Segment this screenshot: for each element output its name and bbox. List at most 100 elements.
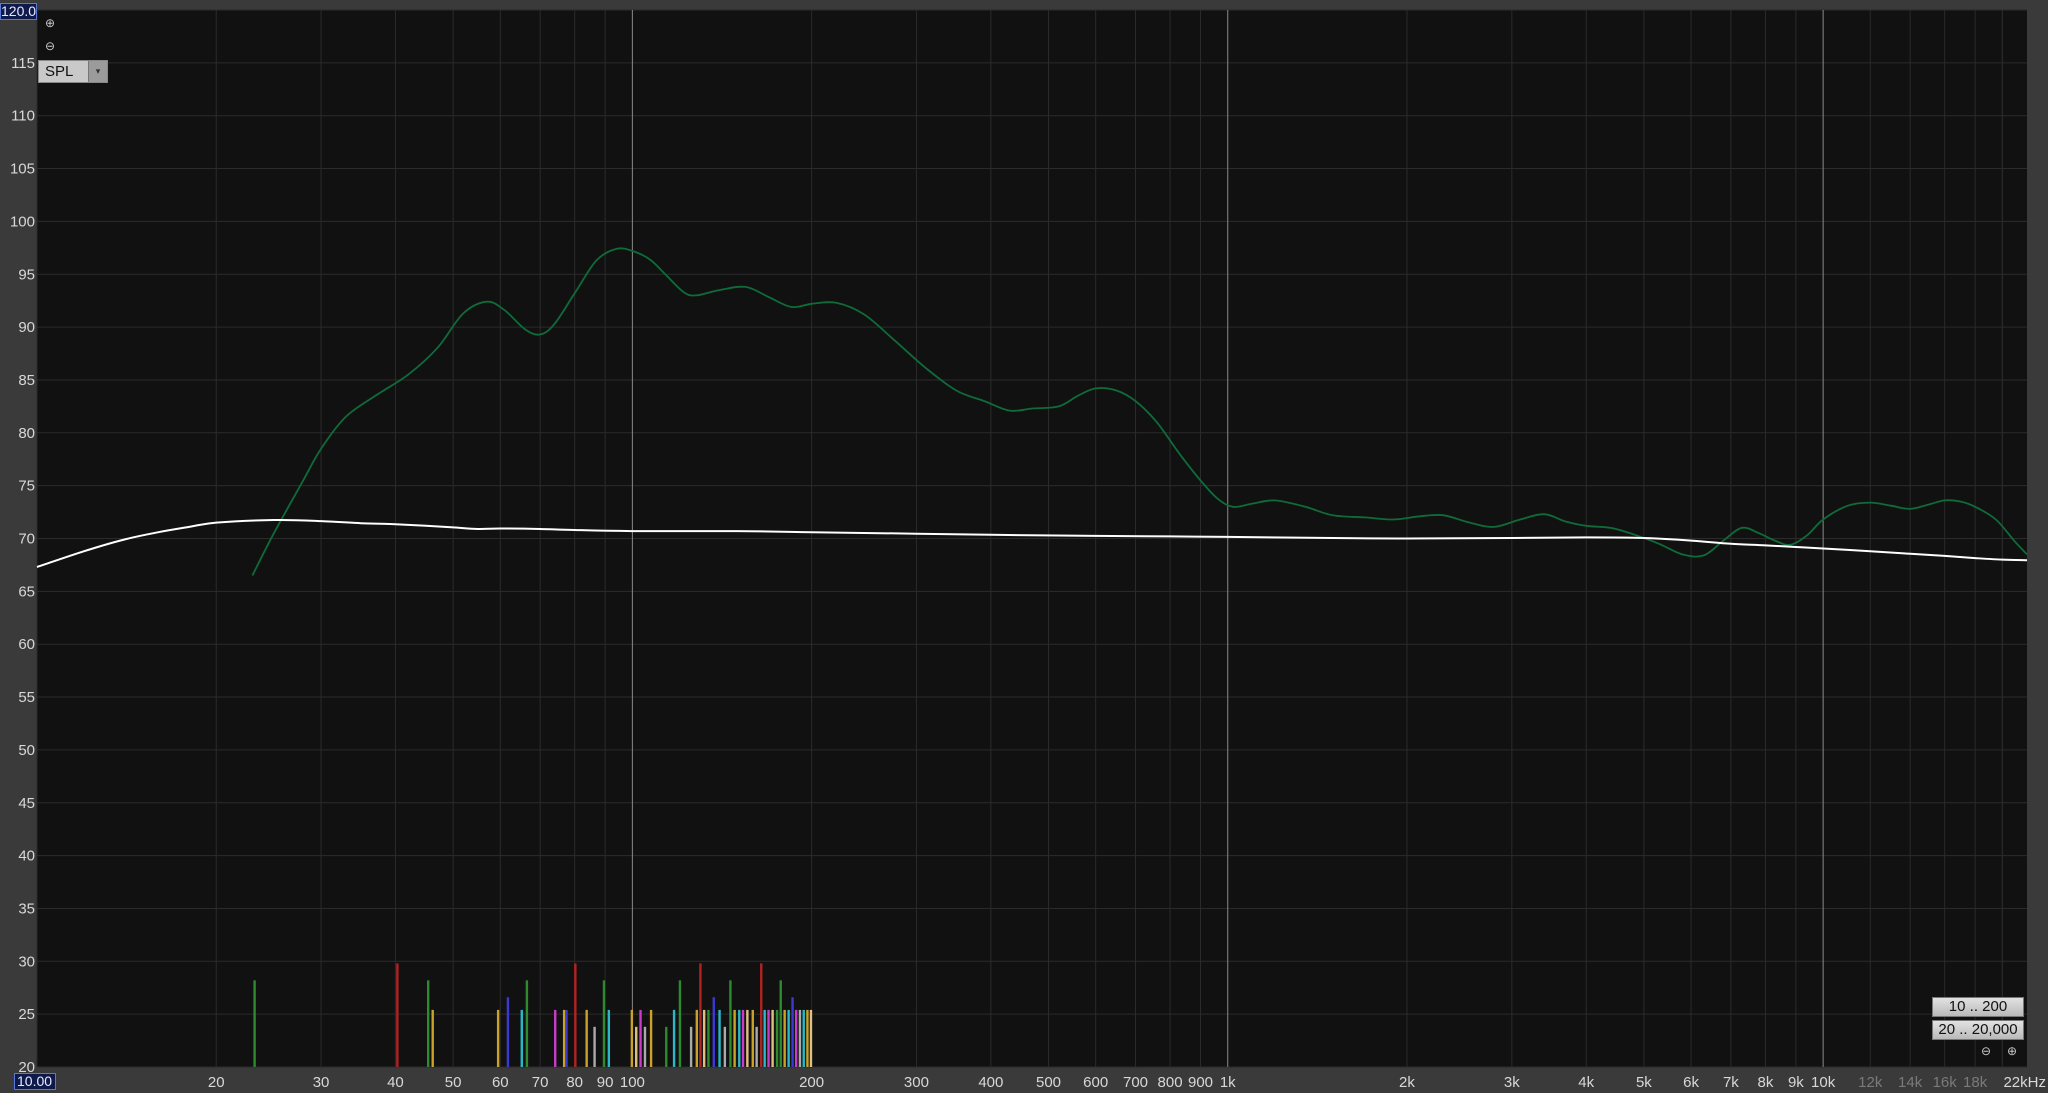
x-tick-label: 6k: [1683, 1074, 1699, 1091]
impulse-bar: [554, 1009, 557, 1067]
x-tick-label: 12k: [1858, 1074, 1883, 1091]
impulse-bar: [751, 1009, 754, 1067]
y-tick-label: 50: [18, 742, 35, 759]
x-tick-label: 800: [1158, 1074, 1183, 1091]
x-tick-label: 600: [1083, 1074, 1108, 1091]
impulse-bar: [672, 1009, 676, 1067]
impulse-bar: [806, 1009, 809, 1067]
y-tick-label: 55: [18, 689, 35, 706]
x-tick-label: 80: [566, 1074, 583, 1091]
chevron-down-icon[interactable]: ▾: [88, 61, 107, 82]
x-tick-label: 8k: [1758, 1074, 1774, 1091]
y-tick-label: 100: [10, 213, 35, 230]
x-tick-label: 7k: [1723, 1074, 1739, 1091]
x-tick-label: 60: [492, 1074, 509, 1091]
x-tick-label: 4k: [1578, 1074, 1594, 1091]
y-tick-label: 110: [11, 108, 35, 125]
horizontal-zoom-in-icon[interactable]: ⊕: [2005, 1044, 2019, 1058]
impulse-bar: [520, 1009, 523, 1067]
impulse-bar: [593, 1026, 596, 1067]
impulse-bar: [760, 963, 763, 1067]
y-tick-label: 60: [18, 636, 35, 653]
impulse-bar: [783, 1009, 786, 1067]
x-tick-label: 3k: [1504, 1074, 1520, 1091]
y-tick-label: 70: [18, 531, 35, 548]
impulse-bar: [585, 1009, 588, 1067]
x-tick-label: 200: [799, 1074, 824, 1091]
y-tick-label: 75: [18, 478, 35, 495]
impulse-bar: [695, 1009, 699, 1067]
impulse-bar: [787, 1009, 790, 1067]
zoom-out-icon[interactable]: ⊖: [43, 39, 57, 53]
impulse-bar: [699, 963, 702, 1067]
impulse-bar: [746, 1009, 749, 1067]
impulse-bar: [712, 997, 715, 1067]
impulse-bar: [253, 980, 256, 1067]
impulse-bar: [729, 980, 732, 1067]
y-tick-label: 30: [18, 953, 35, 970]
x-tick-label: 50: [445, 1074, 462, 1091]
x-tick-label: 400: [978, 1074, 1003, 1091]
y-tick-label: 105: [10, 161, 35, 178]
y-axis-ticks: 2025303540455055606570758085909510010511…: [10, 55, 35, 1076]
impulse-bar: [639, 1009, 642, 1067]
impulse-bar: [496, 1009, 500, 1067]
horizontal-zoom-out-icon[interactable]: ⊖: [1979, 1044, 1993, 1058]
y-tick-label: 80: [18, 425, 35, 442]
x-tick-label: 5k: [1636, 1074, 1652, 1091]
x-tick-label: 40: [387, 1074, 404, 1091]
y-max-value[interactable]: 120.00: [0, 3, 37, 20]
impulse-bar: [809, 1009, 813, 1067]
impulse-bar: [506, 997, 510, 1067]
impulse-bar: [794, 1009, 798, 1067]
impulse-bar: [525, 980, 529, 1067]
x-tick-label: 2k: [1399, 1074, 1415, 1091]
x-tick-label: 16k: [1933, 1074, 1958, 1091]
x-tick-label: 14k: [1898, 1074, 1923, 1091]
impulse-bar: [763, 1009, 766, 1067]
impulse-bar: [602, 980, 606, 1067]
impulse-bar: [755, 1026, 758, 1067]
impulse-bar: [607, 1009, 611, 1067]
x-tick-label: 22kHz: [2003, 1074, 2046, 1091]
frequency-response-chart[interactable]: 20 25 30 35 40 45 50 55 60 65 70 75 80 85 90 95 100 105 11…: [0, 0, 2048, 1093]
y-tick-label: 90: [18, 319, 35, 336]
x-min-value[interactable]: 10.00: [14, 1073, 56, 1090]
impulse-bar: [562, 1009, 566, 1067]
x-tick-label: 70: [532, 1074, 549, 1091]
x-axis-ticks: 20 30 40 50 60 70 80 90 100 200 300 400 500 600 700 800…: [208, 1074, 2046, 1091]
y-tick-label: 95: [18, 266, 35, 283]
range-20-20000-button[interactable]: 20 .. 20,000: [1932, 1020, 2024, 1040]
x-tick-label: 18k: [1963, 1074, 1988, 1091]
y-tick-label: 115: [11, 55, 35, 72]
impulse-bar: [635, 1026, 638, 1067]
x-tick-label: 100: [620, 1074, 645, 1091]
x-tick-label: 20: [208, 1074, 225, 1091]
spl-dropdown[interactable]: SPL ▾: [38, 60, 108, 83]
zoom-in-icon[interactable]: ⊕: [43, 16, 57, 30]
impulse-bar: [649, 1009, 653, 1067]
y-tick-label: 35: [18, 900, 35, 917]
impulse-bar: [798, 1009, 802, 1067]
impulse-bar: [707, 1009, 710, 1067]
x-tick-label: 700: [1123, 1074, 1148, 1091]
x-tick-label: 300: [904, 1074, 929, 1091]
impulse-bar: [771, 1009, 774, 1067]
impulse-bar: [665, 1026, 668, 1067]
x-tick-label: 10k: [1811, 1074, 1836, 1091]
impulse-bar: [396, 963, 399, 1067]
impulse-bar: [431, 1009, 434, 1067]
y-tick-label: 40: [18, 848, 35, 865]
range-10-200-button[interactable]: 10 .. 200: [1932, 997, 2024, 1017]
impulse-bar: [767, 1009, 770, 1067]
x-tick-label: 500: [1036, 1074, 1061, 1091]
impulse-bar: [738, 1009, 741, 1067]
impulse-bar: [791, 997, 794, 1067]
impulse-bar: [718, 1009, 721, 1067]
x-tick-label: 9k: [1788, 1074, 1804, 1091]
impulse-bar: [779, 980, 782, 1067]
x-tick-label: 900: [1188, 1074, 1213, 1091]
y-tick-label: 45: [18, 795, 35, 812]
impulse-bar: [733, 1009, 736, 1067]
impulse-bar: [426, 980, 430, 1067]
